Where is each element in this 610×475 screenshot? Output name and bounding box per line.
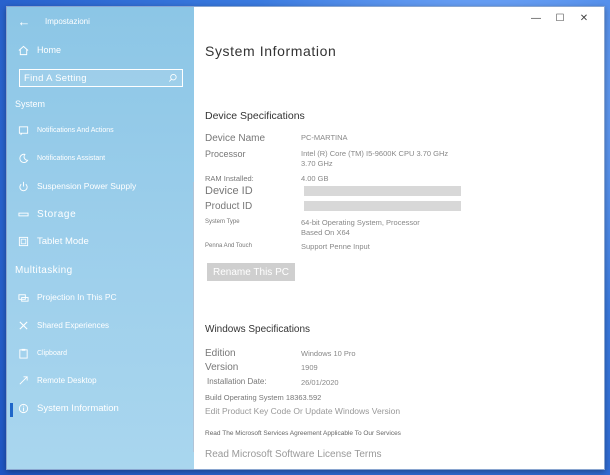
sidebar-item-label: Projection In This PC (37, 292, 117, 302)
services-agreement-link[interactable]: Read The Microsoft Services Agreement Ap… (205, 430, 401, 437)
section-header-multitasking: Multitasking (15, 265, 73, 276)
sidebar-item-home[interactable]: Home (17, 41, 61, 59)
back-arrow-icon[interactable]: ← (17, 14, 31, 29)
sidebar-item-notifications[interactable]: Notifications And Actions (17, 121, 114, 139)
edition-label: Edition (205, 348, 236, 359)
sidebar-item-projection[interactable]: Projection In This PC (17, 288, 117, 306)
install-date-value: 26/01/2020 (301, 378, 339, 387)
remote-icon (17, 374, 29, 386)
sidebar-item-label: Storage (37, 208, 77, 220)
ram-label: RAM Installed: (205, 174, 254, 183)
shared-icon (17, 319, 29, 331)
sidebar-item-tablet-mode[interactable]: Tablet Mode (17, 232, 89, 250)
selection-indicator (10, 403, 13, 417)
system-type-value: 64-bit Operating System, Processor Based… (301, 218, 420, 237)
device-specs-header: Device Specifications (205, 110, 305, 122)
titlebar: ← Impostazioni (17, 11, 90, 31)
ram-value: 4.00 GB (301, 174, 329, 183)
edition-value: Windows 10 Pro (301, 349, 356, 358)
product-id-label: Product ID (205, 201, 253, 212)
storage-icon (17, 208, 29, 220)
window-controls: — ☐ ✕ (524, 11, 596, 25)
sidebar-item-label: Notifications Assistant (37, 154, 106, 162)
section-header-system: System (15, 99, 46, 109)
sidebar-item-label: System Information (37, 402, 119, 414)
windows-specs-header: Windows Specifications (205, 324, 311, 335)
sidebar-item-label: Shared Experiences (37, 320, 110, 330)
pen-touch-value: Support Penne Input (301, 242, 370, 251)
license-terms-link[interactable]: Read Microsoft Software License Terms (205, 449, 382, 460)
sidebar: ← Impostazioni Home Find A Setting Syste… (7, 7, 195, 469)
rename-pc-button[interactable]: Rename This PC (207, 263, 295, 281)
power-icon (17, 180, 29, 192)
search-input[interactable]: Find A Setting (19, 69, 183, 87)
minimize-icon[interactable]: — (524, 11, 548, 25)
processor-label: Processor (205, 149, 246, 159)
sidebar-item-label: Tablet Mode (37, 235, 89, 247)
device-id-redacted (304, 186, 461, 196)
app-title: Impostazioni (45, 16, 90, 26)
home-icon (17, 44, 29, 56)
os-build: Build Operating System 18363.592 (205, 393, 322, 402)
sidebar-item-label: Notifications And Actions (37, 126, 114, 134)
close-icon[interactable]: ✕ (572, 11, 596, 25)
projection-icon (17, 291, 29, 303)
sidebar-item-shared-experiences[interactable]: Shared Experiences (17, 316, 109, 334)
sidebar-item-label: Clipboard (37, 349, 67, 357)
sidebar-item-remote-desktop[interactable]: Remote Desktop (17, 371, 97, 389)
sidebar-item-storage[interactable]: Storage (17, 205, 76, 223)
tablet-icon (17, 235, 29, 247)
device-name-label: Device Name (205, 133, 266, 144)
clipboard-icon (17, 347, 29, 359)
sidebar-item-label: Remote Desktop (37, 375, 97, 385)
moon-icon (17, 152, 29, 164)
notifications-icon (17, 124, 29, 136)
sidebar-item-power[interactable]: Suspension Power Supply (17, 177, 136, 195)
version-value: 1909 (301, 363, 318, 372)
install-date-label: Installation Date: (207, 377, 267, 386)
search-icon[interactable] (166, 73, 180, 83)
system-type-label: System Type (205, 219, 240, 225)
settings-window: ← Impostazioni Home Find A Setting Syste… (6, 6, 605, 470)
search-placeholder: Find A Setting (24, 72, 87, 84)
info-icon (17, 402, 29, 414)
sidebar-item-label: Suspension Power Supply (37, 181, 137, 191)
device-id-label: Device ID (205, 185, 253, 197)
maximize-icon[interactable]: ☐ (548, 11, 572, 25)
sidebar-item-system-information[interactable]: System Information (17, 399, 119, 417)
edit-product-key-link[interactable]: Edit Product Key Code Or Update Windows … (205, 406, 400, 416)
sidebar-item-focus-assist[interactable]: Notifications Assistant (17, 149, 105, 167)
page-title: System Information (205, 43, 337, 59)
version-label: Version (205, 362, 239, 373)
content-pane: — ☐ ✕ System Information Device Specific… (194, 7, 604, 469)
processor-value: Intel (R) Core (TM) I5-9600K CPU 3.70 GH… (301, 149, 449, 168)
sidebar-item-label: Home (37, 45, 62, 55)
pen-touch-label: Penna And Touch (205, 243, 252, 249)
sidebar-item-clipboard[interactable]: Clipboard (17, 344, 67, 362)
product-id-redacted (304, 201, 461, 211)
device-name-value: PC-MARTINA (301, 133, 348, 142)
